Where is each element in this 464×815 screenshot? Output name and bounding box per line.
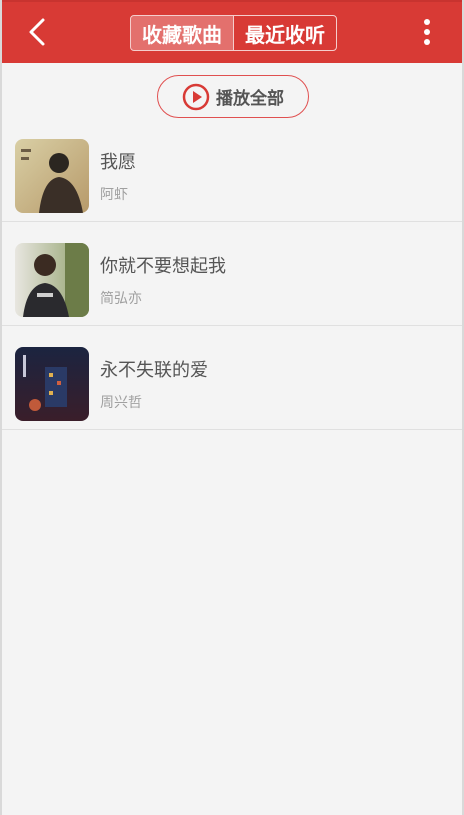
song-row[interactable]: 我愿 阿虾 xyxy=(2,118,462,222)
play-all-label: 播放全部 xyxy=(216,89,284,109)
album-cover xyxy=(15,139,89,213)
album-cover xyxy=(15,243,89,317)
tab-switcher: 收藏歌曲 最近收听 xyxy=(130,15,337,51)
tab-favorite-songs[interactable]: 收藏歌曲 xyxy=(131,16,233,50)
play-circle-icon xyxy=(182,83,210,110)
top-bar: 收藏歌曲 最近收听 xyxy=(2,0,462,63)
tab-recent-listening[interactable]: 最近收听 xyxy=(234,16,336,50)
more-button[interactable] xyxy=(410,15,444,49)
song-title: 永不失联的爱 xyxy=(100,360,208,381)
back-button[interactable] xyxy=(20,15,54,49)
vertical-dots-icon xyxy=(424,19,430,45)
play-all-button[interactable]: 播放全部 xyxy=(157,75,309,118)
song-row[interactable]: 你就不要想起我 简弘亦 xyxy=(2,222,462,326)
chevron-left-icon xyxy=(29,18,45,46)
song-artist: 简弘亦 xyxy=(100,291,142,307)
song-title: 你就不要想起我 xyxy=(100,256,226,277)
album-cover xyxy=(15,347,89,421)
song-artist: 周兴哲 xyxy=(100,395,142,411)
song-title: 我愿 xyxy=(100,152,136,173)
song-row[interactable]: 永不失联的爱 周兴哲 xyxy=(2,326,462,430)
song-artist: 阿虾 xyxy=(100,187,128,203)
song-list: 我愿 阿虾 你就不要想起我 简弘亦 永不失联的爱 周兴哲 xyxy=(2,118,462,430)
